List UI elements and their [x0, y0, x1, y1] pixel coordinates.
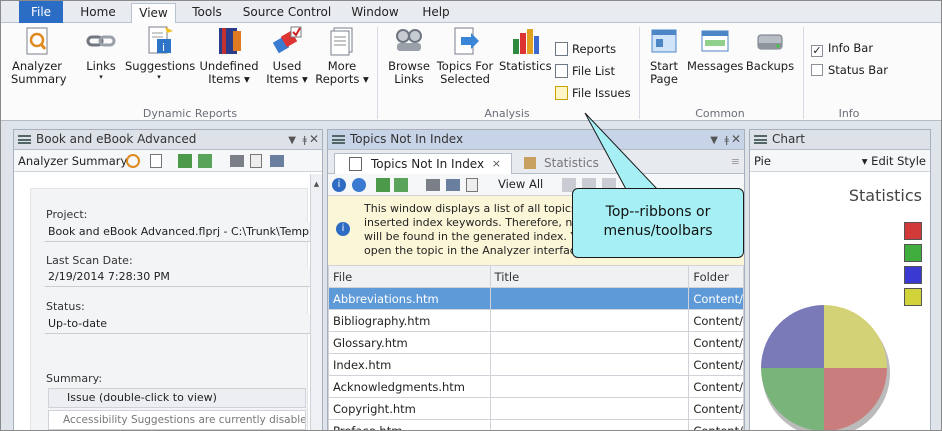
- application-window: File Home View Tools Source Control Wind…: [0, 0, 942, 431]
- callout-pointer-fill: [627, 189, 659, 191]
